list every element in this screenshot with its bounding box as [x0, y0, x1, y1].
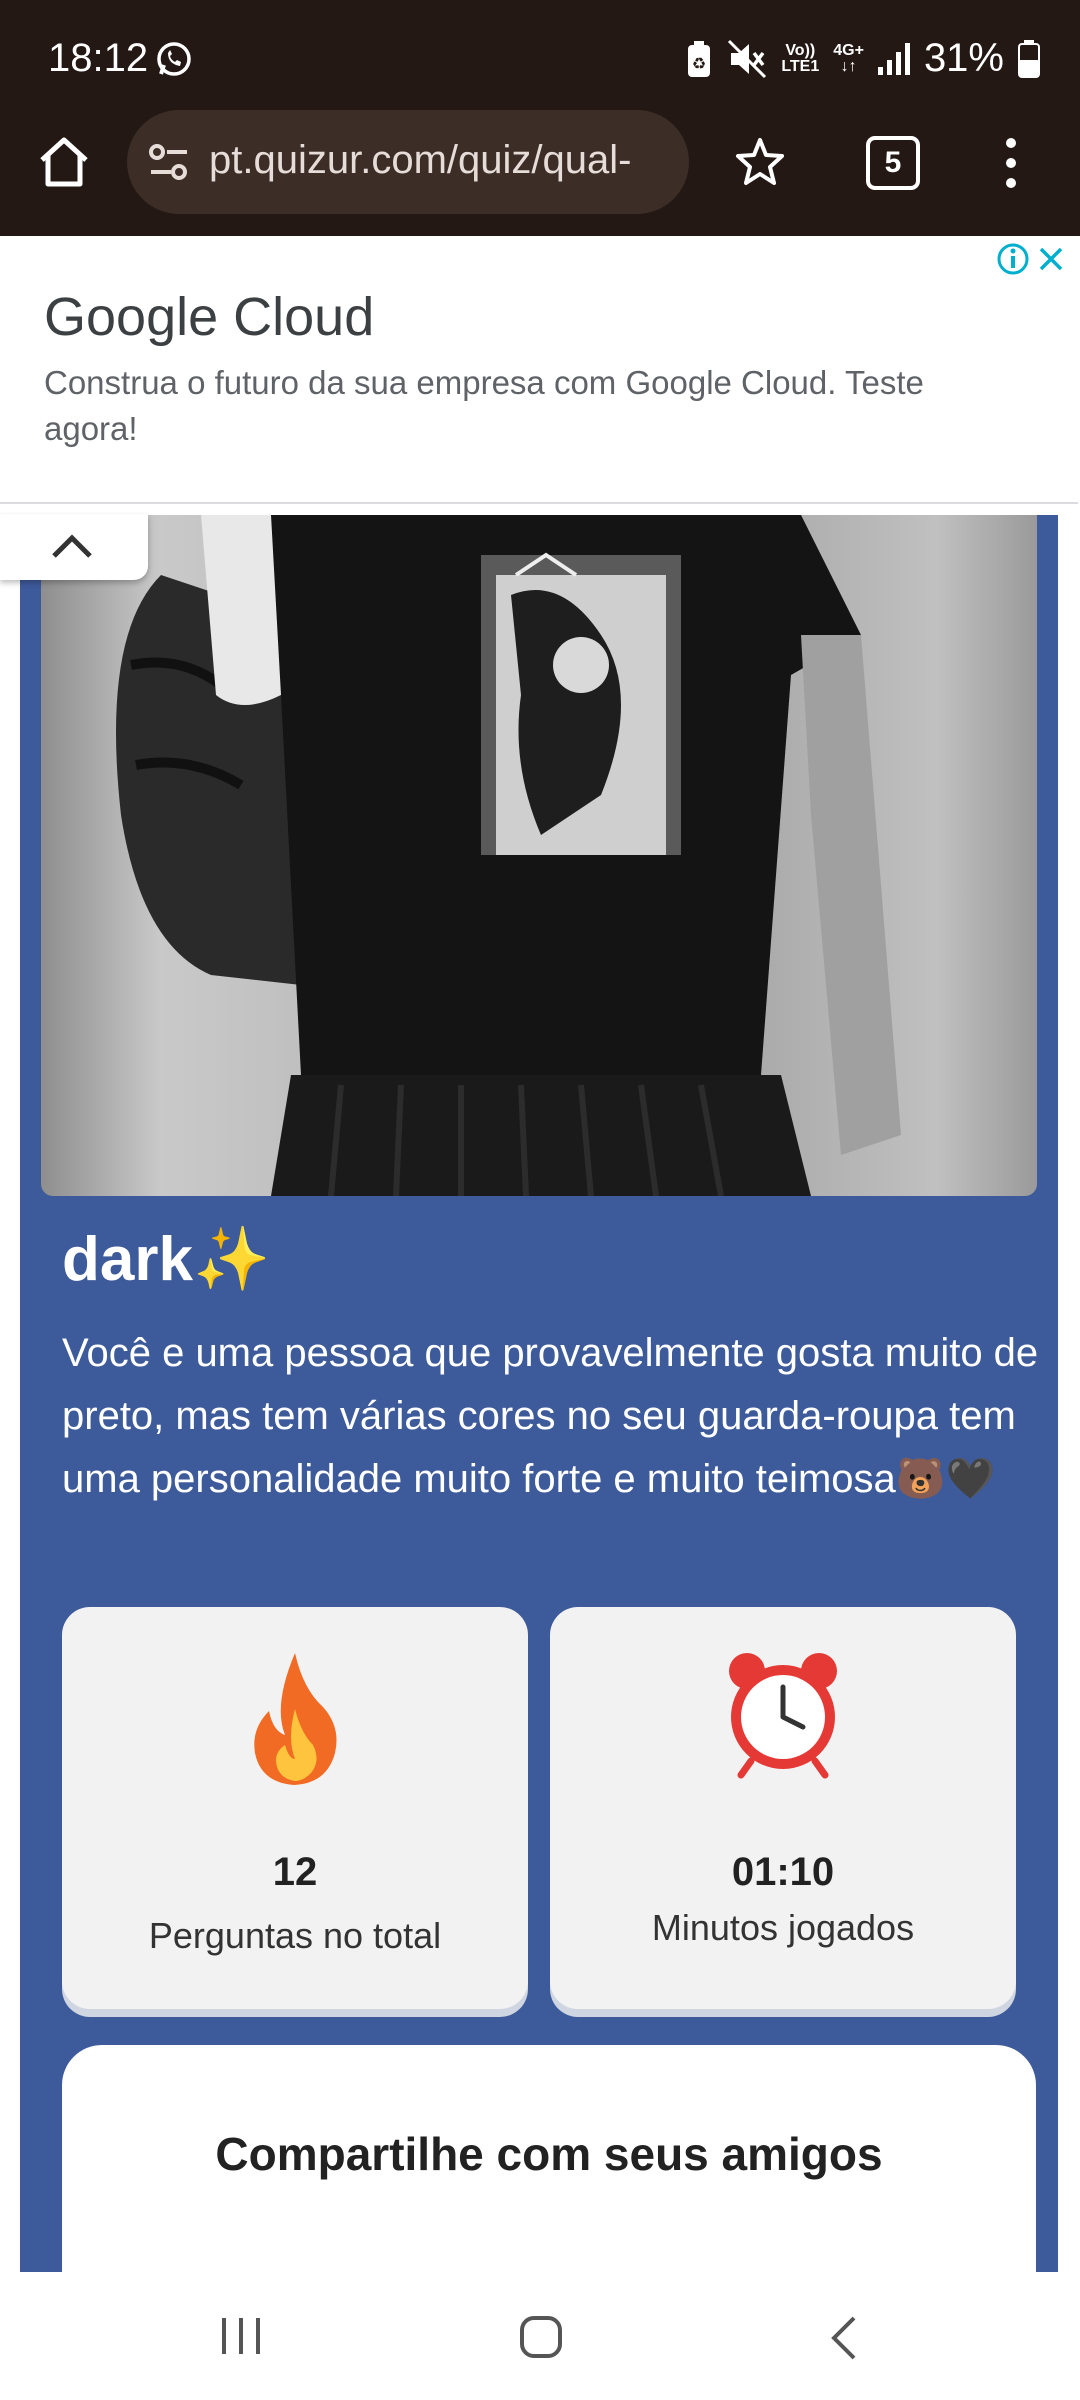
result-image	[41, 515, 1037, 1196]
fire-icon	[254, 1653, 337, 1785]
result-photo	[116, 515, 901, 1196]
questions-label: Perguntas no total	[148, 1915, 442, 1956]
ad-title[interactable]: Google Cloud	[44, 286, 374, 348]
chevron-up-icon	[52, 534, 92, 558]
volte-indicator: Vo)) LTE1	[781, 41, 820, 75]
more-menu-icon[interactable]	[1006, 138, 1018, 190]
time-played: 01:10	[731, 1850, 835, 1894]
ad-description[interactable]: Construa o futuro da sua empresa com Goo…	[44, 360, 1024, 452]
result-card: dark✨ Você e uma pessoa que provavelment…	[20, 515, 1058, 2345]
stat-card-time: 01:10 Minutos jogados	[550, 1607, 1016, 2009]
address-bar[interactable]: pt.quizur.com/quiz/qual-	[127, 110, 689, 214]
collapse-ad-button[interactable]	[0, 514, 148, 580]
ad-info-icon[interactable]	[996, 242, 1030, 276]
status-icons: ♻ Vo)) LTE1 4G+ ↓↑ 31%	[685, 36, 1040, 81]
result-title: dark✨	[62, 1225, 271, 1294]
ad-close-icon[interactable]	[1034, 242, 1068, 276]
svg-text:♻: ♻	[692, 56, 706, 73]
battery-saver-icon: ♻	[688, 40, 711, 77]
questions-count: 12	[272, 1850, 318, 1894]
back-icon[interactable]	[826, 2314, 862, 2362]
browser-toolbar: pt.quizur.com/quiz/qual- 5	[0, 110, 1080, 236]
bookmark-star-icon[interactable]	[734, 136, 786, 188]
network-type: 4G+ ↓↑	[833, 41, 864, 75]
site-settings-icon[interactable]	[147, 140, 191, 184]
mute-icon	[728, 39, 767, 78]
whatsapp-icon	[157, 42, 191, 76]
url-text[interactable]: pt.quizur.com/quiz/qual-	[209, 138, 679, 183]
share-title: Compartilhe com seus amigos	[215, 2128, 883, 2180]
home-button-icon[interactable]	[518, 2314, 564, 2360]
battery-percent: 31%	[923, 36, 1004, 80]
time-label: Minutos jogados	[651, 1907, 915, 1948]
tab-switcher-button[interactable]: 5	[866, 136, 920, 190]
result-description: Você e uma pessoa que provavelmente gost…	[62, 1331, 1039, 1501]
ad-banner[interactable]: Google Cloud Construa o futuro da sua em…	[0, 236, 1078, 504]
status-time: 18:12	[48, 36, 149, 80]
system-nav-bar	[0, 2272, 1080, 2400]
alarm-clock-icon	[729, 1653, 837, 1779]
stat-card-questions: 12 Perguntas no total	[62, 1607, 528, 2009]
battery-icon	[1018, 39, 1040, 78]
status-bar: 18:12 ♻ Vo)) LTE1 4G+ ↓↑ 31%	[0, 0, 1080, 110]
recent-apps-icon[interactable]	[218, 2314, 264, 2358]
signal-icon	[877, 42, 910, 75]
home-icon[interactable]	[36, 134, 92, 190]
